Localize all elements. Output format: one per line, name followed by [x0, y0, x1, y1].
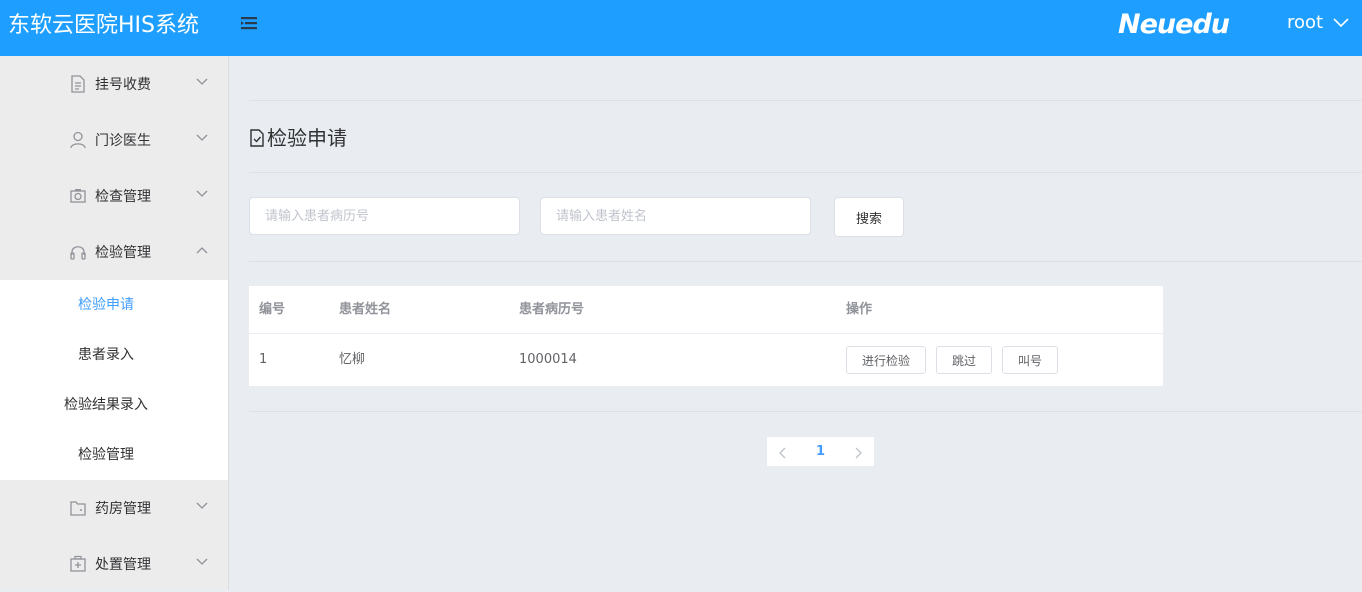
top-bar: 东软云医院HIS系统 Neuedu root: [0, 0, 1362, 56]
username: root: [1287, 12, 1324, 33]
divider: [249, 411, 1362, 412]
sidebar-menu-registration[interactable]: 挂号收费: [0, 56, 228, 112]
next-page-button[interactable]: [844, 437, 874, 466]
sidebar-menu-label: 门诊医生: [95, 133, 151, 149]
chevron-down-icon: [196, 502, 208, 509]
sidebar-menu-treatment-management[interactable]: 处置管理: [0, 536, 228, 592]
chevron-up-icon: [196, 247, 208, 254]
call-number-button[interactable]: 叫号: [1002, 346, 1058, 374]
page-title: 检验申请: [249, 124, 347, 152]
user-menu[interactable]: root: [1287, 12, 1349, 34]
sidebar-menu-label: 处置管理: [95, 557, 151, 573]
chevron-down-icon: [196, 134, 208, 141]
sidebar-menu-pharmacy-management[interactable]: 药房管理: [0, 480, 228, 536]
first-aid-icon: [70, 555, 86, 572]
document-icon: [71, 75, 85, 93]
chevron-left-icon: [779, 447, 786, 458]
sidebar: 挂号收费 门诊医生 检查管理 检验管理 检验申请 患者录入 检验结果录入 检验管…: [0, 56, 229, 590]
search-button[interactable]: 搜索: [834, 197, 904, 237]
divider: [249, 100, 1362, 101]
submenu-item-lab-application[interactable]: 检验申请: [0, 280, 228, 330]
record-number-input[interactable]: [249, 197, 520, 235]
user-icon: [70, 131, 86, 149]
prev-page-button[interactable]: [767, 437, 797, 466]
cell-patient-name: 忆柳: [339, 352, 366, 367]
chevron-down-icon: [196, 190, 208, 197]
skip-button[interactable]: 跳过: [936, 346, 992, 374]
page-title-text: 检验申请: [267, 126, 347, 150]
sidebar-menu-label: 药房管理: [95, 501, 151, 517]
lab-submenu: 检验申请 患者录入 检验结果录入 检验管理: [0, 280, 228, 480]
pagination: 1: [767, 437, 874, 466]
wallet-icon: [70, 501, 86, 516]
menu-fold-icon[interactable]: [240, 14, 258, 32]
cell-id: 1: [259, 352, 268, 367]
document-check-icon: [250, 129, 264, 147]
chevron-down-icon: [196, 78, 208, 85]
start-lab-button[interactable]: 进行检验: [846, 346, 926, 374]
column-header-actions: 操作: [846, 302, 873, 317]
headset-icon: [70, 246, 86, 260]
column-header-record-number: 患者病历号: [519, 302, 585, 317]
sidebar-menu-outpatient-doctor[interactable]: 门诊医生: [0, 112, 228, 168]
app-title: 东软云医院HIS系统: [8, 13, 199, 38]
table-header-divider: [249, 333, 1163, 334]
sidebar-menu-label: 检验管理: [95, 245, 151, 261]
column-header-id: 编号: [259, 302, 286, 317]
submenu-item-lab-management[interactable]: 检验管理: [0, 430, 228, 480]
cell-record-number: 1000014: [519, 352, 577, 367]
sidebar-menu-exam-management[interactable]: 检查管理: [0, 168, 228, 224]
patient-table: 编号 患者姓名 患者病历号 操作 1 忆柳 1000014 进行检验 跳过 叫号: [249, 286, 1163, 386]
divider: [249, 172, 1362, 173]
patient-name-input[interactable]: [540, 197, 811, 235]
sidebar-menu-label: 检查管理: [95, 189, 151, 205]
divider: [249, 261, 1362, 262]
submenu-item-lab-result-entry[interactable]: 检验结果录入: [0, 380, 228, 430]
submenu-item-patient-entry[interactable]: 患者录入: [0, 330, 228, 380]
page-number-current[interactable]: 1: [807, 437, 834, 466]
column-header-patient-name: 患者姓名: [339, 302, 392, 317]
sidebar-menu-label: 挂号收费: [95, 77, 151, 93]
camera-icon: [70, 189, 86, 203]
chevron-down-icon: [1333, 18, 1349, 28]
main-content: 检验申请 搜索 编号 患者姓名 患者病历号 操作 1 忆柳 1000014 进行…: [229, 56, 1362, 590]
brand-logo: Neuedu: [1118, 9, 1230, 40]
chevron-right-icon: [855, 447, 862, 458]
sidebar-menu-lab-management[interactable]: 检验管理: [0, 224, 228, 280]
chevron-down-icon: [196, 558, 208, 565]
